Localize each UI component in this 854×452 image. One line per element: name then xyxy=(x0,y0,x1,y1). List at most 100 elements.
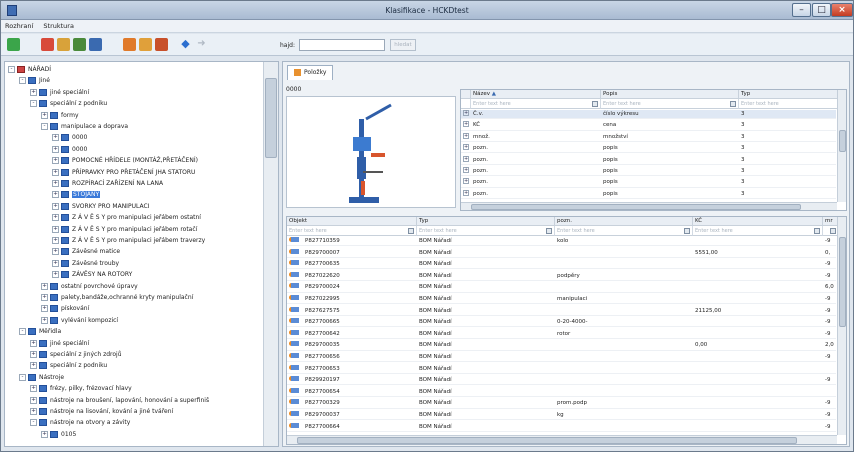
tree-node[interactable]: + Závěsné trouby xyxy=(52,259,119,269)
attr-row[interactable]: + pozn. popis 3 xyxy=(461,167,836,177)
expand-icon[interactable]: + xyxy=(41,282,48,290)
attr-filter-typ[interactable]: Enter text here xyxy=(739,99,839,109)
tree-scroll-thumb[interactable] xyxy=(265,78,277,158)
attr-row[interactable]: + množ. množství 3 xyxy=(461,132,836,142)
tree-node[interactable]: - manipulace a doprava xyxy=(41,122,128,132)
expand-icon[interactable]: + xyxy=(52,259,59,267)
item-row[interactable]: P827700653 BOM Nářadí xyxy=(287,364,836,374)
tree-node[interactable]: + Z Á V Ě S Y pro manipulaci jeřábem trav… xyxy=(52,236,205,246)
collapse-icon[interactable]: - xyxy=(8,66,15,73)
items-hscroll-thumb[interactable] xyxy=(297,437,797,444)
expand-icon[interactable]: + xyxy=(41,316,48,324)
expand-icon[interactable]: + xyxy=(52,225,59,233)
items-header-typ[interactable]: Typ xyxy=(417,217,555,226)
tree-node[interactable]: +0000 xyxy=(52,133,87,143)
item-row[interactable]: P827700642 BOM Nářadí rotor -9 xyxy=(287,329,836,339)
collapse-icon[interactable]: - xyxy=(30,100,37,108)
tree-node[interactable]: - speciální z podniku xyxy=(30,99,107,109)
collapse-icon[interactable]: - xyxy=(19,328,26,336)
expand-icon[interactable]: + xyxy=(463,178,469,185)
tree-node[interactable]: + speciální z podniku xyxy=(30,361,107,371)
item-row[interactable]: P827700665 BOM Nářadí 0-20-4000- -9 xyxy=(287,318,836,328)
attr-scroll-thumb[interactable] xyxy=(839,130,846,152)
expand-icon[interactable]: + xyxy=(52,145,59,153)
items-header-kc[interactable]: KČ xyxy=(693,217,823,226)
filter-icon[interactable] xyxy=(684,228,690,234)
tree-node[interactable]: - Jiné xyxy=(19,76,50,86)
copy-node-icon[interactable] xyxy=(73,38,86,51)
items-filter-objekt[interactable]: Enter text here xyxy=(287,226,417,236)
attr-row[interactable]: + Č.v. číslo výkresu 3 xyxy=(461,110,836,120)
tree-node[interactable]: +0105 xyxy=(41,430,76,440)
expand-icon[interactable]: + xyxy=(30,408,37,415)
tree-node[interactable]: + ostatní povrchové úpravy xyxy=(41,282,138,292)
item-row[interactable]: P827700329 BOM Nářadí prom.podp -9 xyxy=(287,399,836,409)
expand-icon[interactable]: + xyxy=(463,121,469,128)
collapse-icon[interactable]: - xyxy=(19,77,26,85)
item-row[interactable]: P827710359 BOM Nářadí kolo -9 xyxy=(287,237,836,247)
item-row[interactable]: P829920197 BOM Nářadí -9 xyxy=(287,376,836,386)
search-input[interactable] xyxy=(299,39,385,51)
expand-icon[interactable]: + xyxy=(30,351,37,358)
items-grid[interactable]: Objekt Typ pozn. KČ mr Enter text here E… xyxy=(286,216,847,445)
delete-node-icon[interactable] xyxy=(89,38,102,51)
expand-icon[interactable]: + xyxy=(52,202,59,210)
items-header-objekt[interactable]: Objekt xyxy=(287,217,417,226)
tree-node[interactable]: + Z Á V Ě S Y pro manipulaci jeřábem osta… xyxy=(52,213,201,223)
tree-node[interactable]: + Závěsné matice xyxy=(52,247,120,257)
expand-icon[interactable]: + xyxy=(41,294,48,301)
expand-icon[interactable]: + xyxy=(52,134,59,142)
tree-node[interactable]: + pískování xyxy=(41,304,89,314)
filter-icon[interactable] xyxy=(830,228,836,234)
attr-filter-popis[interactable]: Enter text here xyxy=(601,99,739,109)
filter-icon[interactable] xyxy=(814,228,820,234)
expand-icon[interactable]: + xyxy=(52,271,59,279)
remove-item-icon[interactable] xyxy=(155,38,168,51)
items-filter-typ[interactable]: Enter text here xyxy=(417,226,555,236)
item-row[interactable]: P829700035 BOM Nářadí 0,00 2,0 xyxy=(287,341,836,351)
tree-node[interactable]: + POMOCNÉ HŘÍDELE (MONTÁŽ,PŘETÁČENÍ) xyxy=(52,156,198,166)
tree-vertical-scrollbar[interactable] xyxy=(263,62,278,446)
tree-node[interactable]: + vylévání kompozicí xyxy=(41,316,118,326)
expand-icon[interactable]: + xyxy=(463,110,469,116)
tree-node[interactable]: - NÁŘADÍ xyxy=(8,65,51,75)
tree-node[interactable]: + Z Á V Ě S Y pro manipulaci jeřábem rota… xyxy=(52,225,197,235)
items-vertical-scrollbar[interactable] xyxy=(837,217,846,435)
forward-arrow-icon[interactable]: ➜ xyxy=(195,38,208,51)
expand-icon[interactable]: + xyxy=(52,180,59,187)
expand-icon[interactable]: + xyxy=(41,305,48,313)
add-node-icon[interactable] xyxy=(41,38,54,51)
expand-icon[interactable]: + xyxy=(52,214,59,222)
attr-row[interactable]: + pozn. popis 3 xyxy=(461,178,836,188)
expand-icon[interactable]: + xyxy=(463,189,469,196)
filter-icon[interactable] xyxy=(592,101,598,107)
items-header-pozn[interactable]: pozn. xyxy=(555,217,693,226)
expand-icon[interactable]: + xyxy=(30,362,37,370)
attr-filter-nazev[interactable]: Enter text here xyxy=(471,99,601,109)
item-row[interactable]: P827700654 BOM Nářadí xyxy=(287,387,836,397)
expand-icon[interactable]: + xyxy=(463,167,469,173)
expand-icon[interactable]: + xyxy=(52,191,59,199)
attr-hscroll-thumb[interactable] xyxy=(471,204,801,210)
tree-node[interactable]: - Nástroje xyxy=(19,373,64,383)
tree-node[interactable]: + STOJANY xyxy=(52,190,101,200)
item-row[interactable]: P827700664 BOM Nářadí -9 xyxy=(287,422,836,432)
collapse-icon[interactable]: - xyxy=(30,419,37,427)
tree-node[interactable]: +0000 xyxy=(52,145,87,155)
expand-icon[interactable]: + xyxy=(52,248,59,256)
item-row[interactable]: P827627575 BOM Nářadí 21125,00 -9 xyxy=(287,306,836,316)
tree-node[interactable]: - nástroje na otvory a závity xyxy=(30,418,130,428)
menu-rozhrani[interactable]: Rozhraní xyxy=(1,20,37,32)
tree-node[interactable]: + nástroje na broušení, lapování, honován… xyxy=(30,396,209,406)
add-item-icon[interactable] xyxy=(123,38,136,51)
expand-icon[interactable]: + xyxy=(52,168,59,176)
item-row[interactable]: P829700037 BOM Nářadí kg -9 xyxy=(287,411,836,421)
expand-icon[interactable]: + xyxy=(41,111,48,119)
items-scroll-thumb[interactable] xyxy=(839,237,846,327)
edit-node-icon[interactable] xyxy=(57,38,70,51)
back-arrow-icon[interactable]: ◆ xyxy=(179,38,192,51)
item-row[interactable]: P829700024 BOM Nářadí 6,0 xyxy=(287,283,836,293)
expand-icon[interactable]: + xyxy=(41,430,48,438)
tree-node[interactable]: + frézy, pilky, frézovací hlavy xyxy=(30,384,132,394)
tree-node[interactable]: + nástroje na lisování, kování a jiné tvá… xyxy=(30,407,173,417)
